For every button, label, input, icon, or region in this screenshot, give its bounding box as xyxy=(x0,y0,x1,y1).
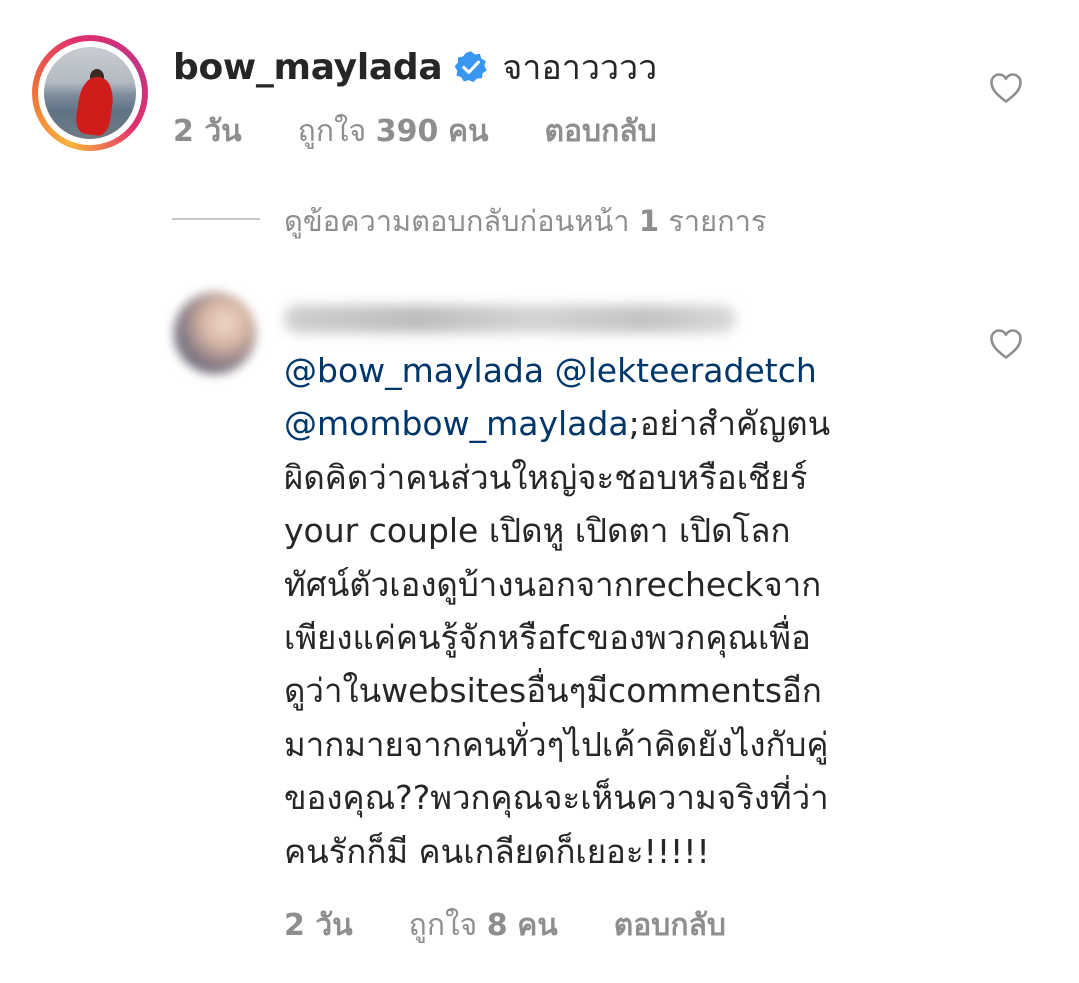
reply-avatar[interactable] xyxy=(174,292,256,374)
avatar xyxy=(44,47,136,139)
heart-icon[interactable] xyxy=(989,72,1023,104)
heart-icon[interactable] xyxy=(989,328,1023,360)
reply-line-2-text: ;อย่าสำคัญตน xyxy=(628,404,831,444)
likes-prefix: ถูกใจ xyxy=(408,908,478,943)
view-previous-replies[interactable]: ดูข้อความตอบกลับก่อนหน้า 1 รายการ xyxy=(284,198,767,244)
view-replies-count: 1 xyxy=(638,204,659,238)
reply-line-2: @mombow_maylada;อย่าสำคัญตน xyxy=(284,397,944,450)
reply-time: 2 วัน xyxy=(284,908,353,943)
view-replies-text: ดูข้อความตอบกลับก่อนหน้า xyxy=(284,204,630,238)
reply-button[interactable]: ตอบกลับ xyxy=(545,108,657,155)
reply-meta: 2 วัน ถูกใจ 8 คน ตอบกลับ xyxy=(284,902,782,949)
reply-username-blurred[interactable] xyxy=(284,305,736,333)
reply-line: your couple เปิดหู เปิดตา เปิดโลก xyxy=(284,511,791,551)
reply-line-1: @bow_maylada @lekteeradetch xyxy=(284,344,944,397)
likes-count: 390 xyxy=(375,114,439,149)
reply-line: ทัศน์ตัวเองดูบ้างนอกจากrecheckจาก xyxy=(284,564,822,604)
reply-line: ของคุณ??พวกคุณจะเห็นความจริงที่ว่า xyxy=(284,778,829,818)
reply-button[interactable]: ตอบกลับ xyxy=(614,902,726,949)
verified-badge-icon xyxy=(455,51,488,83)
reply-line: เพียงแค่คนรู้จักหรือfcของพวกคุณเพื่อ xyxy=(284,618,811,658)
mention-link[interactable]: @lekteeradetch xyxy=(555,351,817,390)
reply-line: มากมายจากคนทั่วๆไปเค้าคิดยังไงกับคู่ xyxy=(284,724,829,764)
comment-username[interactable]: bow_maylada xyxy=(173,47,443,88)
reply-line: คนรักก็มี คนเกลียดก็เยอะ!!!!! xyxy=(284,831,710,871)
reply-line: ผิดคิดว่าคนส่วนใหญ่จะชอบหรือเชียร์ xyxy=(284,457,808,497)
replies-divider xyxy=(172,218,260,220)
likes-suffix: คน xyxy=(447,114,489,149)
likes-prefix: ถูกใจ xyxy=(297,114,367,149)
mention-link[interactable]: @bow_maylada xyxy=(284,351,544,390)
view-replies-suffix: รายการ xyxy=(668,204,767,238)
comment-meta: 2 วัน ถูกใจ 390 คน ตอบกลับ xyxy=(173,108,713,155)
reply-likes[interactable]: ถูกใจ 8 คน xyxy=(409,902,558,949)
comment-text: จาอาวววว xyxy=(502,48,658,88)
reply-line: ดูว่าในwebsitesอื่นๆมีcommentsอีก xyxy=(284,671,822,711)
comment-likes[interactable]: ถูกใจ 390 คน xyxy=(298,108,489,155)
story-ring-avatar[interactable] xyxy=(32,35,148,151)
comment-header: bow_maylada จาอาวววว xyxy=(173,42,657,92)
avatar-photo-figure xyxy=(74,74,116,138)
mention-link[interactable]: @mombow_maylada xyxy=(284,404,629,443)
likes-suffix: คน xyxy=(517,908,558,943)
likes-count: 8 xyxy=(486,908,508,943)
reply-text: @bow_maylada @lekteeradetch @mombow_mayl… xyxy=(284,344,944,878)
comment-time: 2 วัน xyxy=(173,114,242,149)
